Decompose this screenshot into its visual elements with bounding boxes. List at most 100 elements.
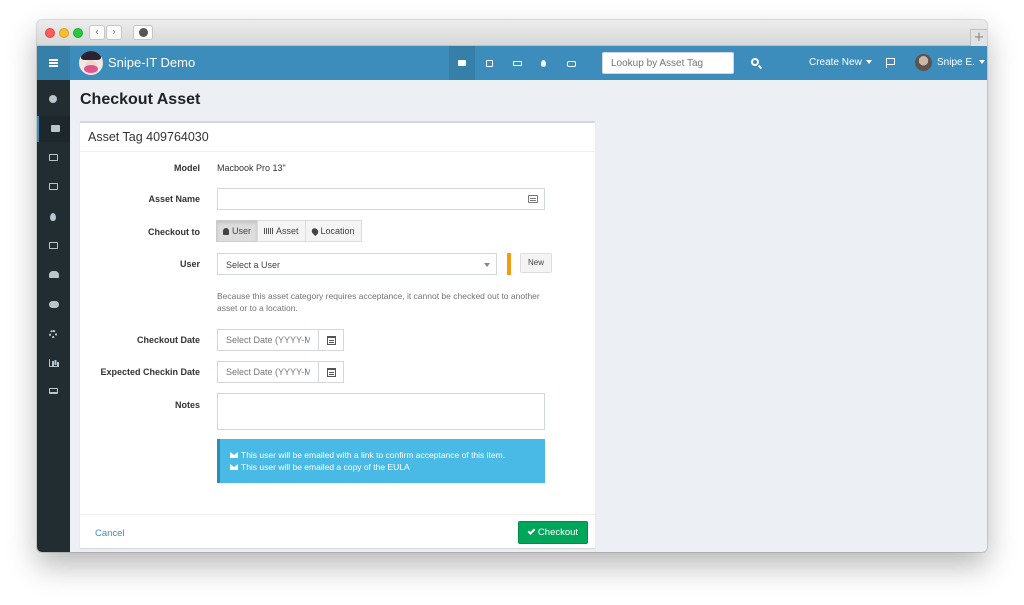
browser-forward-button[interactable]: › — [106, 25, 122, 40]
cloud-download-icon — [49, 301, 59, 308]
checkout-to-asset-button[interactable]: Asset — [257, 220, 306, 242]
checkout-date-picker-button[interactable] — [318, 329, 344, 351]
nav-assets-button[interactable] — [449, 46, 475, 80]
chevron-down-icon — [484, 263, 490, 267]
menu-icon — [49, 59, 58, 61]
required-indicator — [507, 253, 511, 275]
sidebar-item-licenses[interactable] — [37, 145, 70, 171]
expected-checkin-picker-button[interactable] — [318, 361, 344, 383]
brand-name[interactable]: Snipe-IT Demo — [108, 55, 195, 70]
checkout-to-label: Checkout to — [147, 227, 200, 237]
user-label: User — [179, 259, 200, 269]
new-user-button[interactable]: New — [520, 253, 552, 273]
asset-tag-search-input[interactable] — [602, 52, 734, 74]
tint-icon — [541, 60, 546, 67]
create-new-label: Create New — [809, 57, 862, 68]
caret-down-icon — [978, 60, 985, 65]
page-title: Checkout Asset — [80, 91, 201, 108]
sidebar-item-components[interactable] — [37, 233, 70, 259]
avatar[interactable] — [915, 54, 932, 71]
checkout-to-user-button[interactable]: User — [216, 220, 259, 242]
nav-licenses-button[interactable] — [477, 46, 503, 80]
sidebar-item-consumables[interactable] — [37, 204, 70, 230]
nav-consumables-button[interactable] — [531, 46, 557, 80]
checkout-button[interactable]: Checkout — [518, 521, 588, 544]
save-icon — [486, 60, 493, 67]
checkout-form-box: Asset Tag 409764030 Model Macbook Pro 13… — [80, 121, 595, 548]
expected-checkin-input[interactable] — [217, 361, 319, 383]
list-alt-icon — [528, 195, 538, 203]
map-marker-icon — [309, 226, 320, 236]
alert-line: This user will be emailed a copy of the … — [230, 461, 535, 473]
user-name-label: Snipe E. — [937, 57, 975, 68]
notes-textarea[interactable] — [217, 393, 545, 430]
zoom-window-button[interactable] — [73, 28, 83, 38]
divider — [80, 151, 595, 152]
notes-label: Notes — [174, 400, 200, 410]
sidebar-toggle[interactable] — [37, 46, 70, 80]
calendar-icon — [327, 336, 336, 345]
sidebar-item-settings[interactable] — [37, 321, 70, 347]
form-footer: Cancel Checkout — [80, 514, 595, 550]
top-navbar: Snipe-IT Demo Create New Snipe E. — [70, 46, 987, 80]
users-icon — [49, 271, 59, 278]
browser-back-button[interactable]: ‹ — [89, 25, 105, 40]
keyboard-icon — [49, 183, 58, 190]
search-icon — [751, 58, 759, 66]
dashboard-icon — [49, 95, 57, 103]
sidebar — [37, 46, 70, 552]
nav-components-button[interactable] — [558, 46, 584, 80]
asset-name-input[interactable] — [217, 188, 545, 210]
flag-icon[interactable] — [886, 58, 895, 68]
barcode-icon — [51, 125, 60, 132]
hdd-icon — [567, 61, 576, 67]
model-label: Model — [174, 163, 200, 173]
user-icon — [223, 227, 229, 235]
tint-icon — [50, 213, 56, 221]
keyboard-icon — [513, 61, 522, 66]
sidebar-item-assets[interactable] — [37, 116, 70, 142]
nav-accessories-button[interactable] — [504, 46, 530, 80]
checkout-date-label: Checkout Date — [136, 335, 200, 345]
search-button[interactable] — [742, 46, 770, 80]
alert-line: This user will be emailed with a link to… — [230, 449, 535, 461]
checkout-date-input[interactable] — [217, 329, 319, 351]
browser-chrome: ‹ › + — [37, 20, 987, 46]
bar-chart-icon — [49, 359, 58, 367]
user-select[interactable]: Select a User — [217, 253, 497, 275]
cancel-link[interactable]: Cancel — [95, 528, 125, 539]
browser-window: ‹ › + Snipe-IT Demo Crea — [37, 20, 987, 552]
sidebar-item-people[interactable] — [37, 262, 70, 288]
brand-logo[interactable] — [79, 51, 103, 75]
user-select-value: Select a User — [226, 260, 281, 270]
envelope-icon — [230, 452, 238, 458]
laptop-icon — [49, 388, 58, 394]
sidebar-item-dashboard[interactable] — [37, 86, 70, 112]
sidebar-item-reports[interactable] — [37, 350, 70, 376]
calendar-icon — [327, 368, 336, 377]
minimize-window-button[interactable] — [59, 28, 69, 38]
download-icon — [138, 28, 148, 37]
expected-checkin-label: Expected Checkin Date — [100, 367, 200, 377]
model-value: Macbook Pro 13" — [217, 163, 286, 173]
barcode-icon — [458, 60, 466, 66]
sidebar-item-requestable[interactable] — [37, 379, 70, 405]
barcode-icon — [264, 228, 274, 234]
caret-down-icon — [865, 60, 872, 65]
sidebar-item-import[interactable] — [37, 292, 70, 318]
asset-name-label: Asset Name — [148, 194, 200, 204]
close-window-button[interactable] — [45, 28, 55, 38]
email-notice-alert: This user will be emailed with a link to… — [217, 439, 545, 483]
checkout-to-location-button[interactable]: Location — [304, 220, 362, 242]
create-new-dropdown[interactable]: Create New — [809, 57, 872, 68]
checkout-to-toggle: User Asset Location — [216, 220, 362, 242]
new-tab-button[interactable]: + — [970, 29, 987, 46]
user-menu[interactable]: Snipe E. — [937, 57, 985, 68]
downloads-button[interactable] — [133, 25, 153, 40]
box-title: Asset Tag 409764030 — [88, 130, 209, 144]
acceptance-help-text: Because this asset category requires acc… — [217, 291, 540, 313]
envelope-icon — [230, 464, 238, 470]
save-icon — [49, 154, 58, 161]
hdd-icon — [49, 242, 58, 249]
sidebar-item-accessories[interactable] — [37, 174, 70, 200]
